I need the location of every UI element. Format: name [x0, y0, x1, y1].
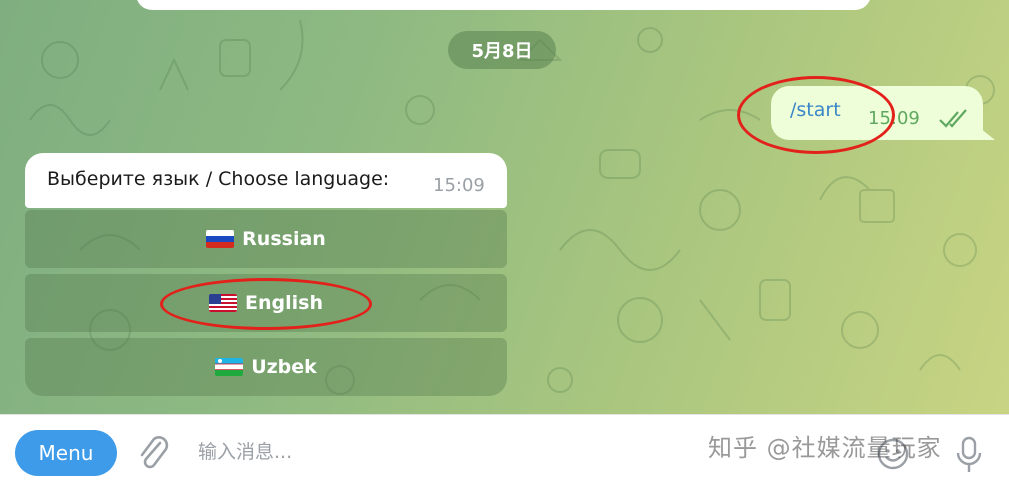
paperclip-icon[interactable] [136, 433, 172, 477]
flag-usa-icon [209, 294, 238, 312]
inline-button-label: English [245, 292, 323, 314]
date-separator: 5月8日 [448, 31, 556, 69]
double-check-icon [938, 108, 970, 134]
outgoing-message-time: 15:09 [868, 108, 920, 129]
menu-button[interactable]: Menu [15, 430, 117, 476]
incoming-message-time: 15:09 [433, 175, 485, 196]
flag-uzbekistan-icon [215, 358, 244, 376]
inline-button-russian[interactable]: Russian [25, 210, 507, 268]
inline-button-english[interactable]: English [25, 274, 507, 332]
inline-button-uzbek[interactable]: Uzbek [25, 338, 507, 396]
inline-button-label: Uzbek [251, 356, 317, 378]
message-input[interactable] [196, 433, 680, 471]
outgoing-bubble-tail [975, 124, 995, 140]
microphone-icon[interactable] [952, 435, 986, 479]
incoming-message-text: Выберите язык / Choose language: [47, 168, 390, 190]
inline-button-label: Russian [242, 228, 326, 250]
watermark: 知乎 @社媒流量玩家 [708, 434, 942, 462]
flag-russia-icon [206, 230, 235, 248]
previous-message-bubble [136, 0, 871, 10]
outgoing-message-text[interactable]: /start [790, 99, 841, 121]
